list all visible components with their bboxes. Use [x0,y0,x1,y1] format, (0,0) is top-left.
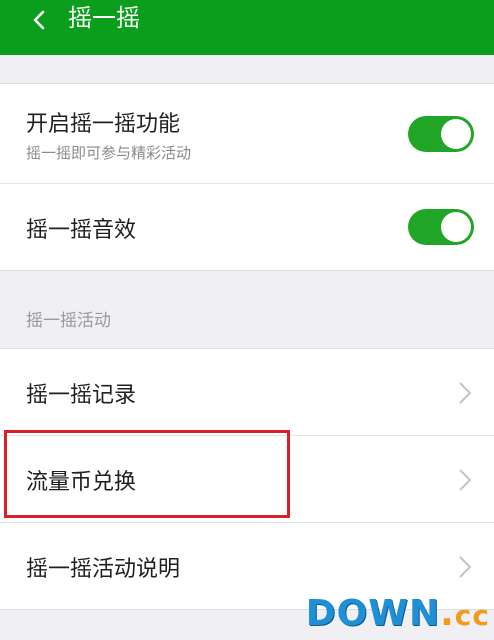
toggle-knob [441,119,471,149]
list-item-label: 摇一摇活动说明 [26,557,181,582]
watermark-cc-text: cc [454,599,490,632]
page-title: 摇一摇 [68,4,140,32]
shake-enable-subtitle: 摇一摇即可参与精彩活动 [26,144,192,162]
shake-sound-row[interactable]: 摇一摇音效 [0,184,494,270]
shake-sound-title: 摇一摇音效 [26,218,137,243]
shake-enable-title: 开启摇一摇功能 [26,112,181,137]
watermark-main-text: DOWN [305,593,441,634]
chevron-right-icon [459,556,472,578]
top-bar: 摇一摇 [0,0,494,55]
list-item-label: 摇一摇记录 [26,383,137,408]
shake-enable-toggle[interactable] [408,116,474,152]
shake-enable-row[interactable]: 开启摇一摇功能 摇一摇即可参与精彩活动 [0,84,494,184]
activities-section-label: 摇一摇活动 [26,311,111,331]
back-arrow-icon[interactable] [30,10,50,30]
chevron-right-icon [459,469,472,491]
watermark-logo: DOWN.cc [306,594,490,636]
settings-group: 开启摇一摇功能 摇一摇即可参与精彩活动 摇一摇音效 [0,83,494,271]
list-item-shake-record[interactable]: 摇一摇记录 [0,349,494,436]
chevron-right-icon [459,382,472,404]
toggle-knob [441,212,471,242]
highlight-annotation-box [4,430,290,518]
shake-sound-toggle[interactable] [408,209,474,245]
watermark-dot: . [440,593,455,634]
